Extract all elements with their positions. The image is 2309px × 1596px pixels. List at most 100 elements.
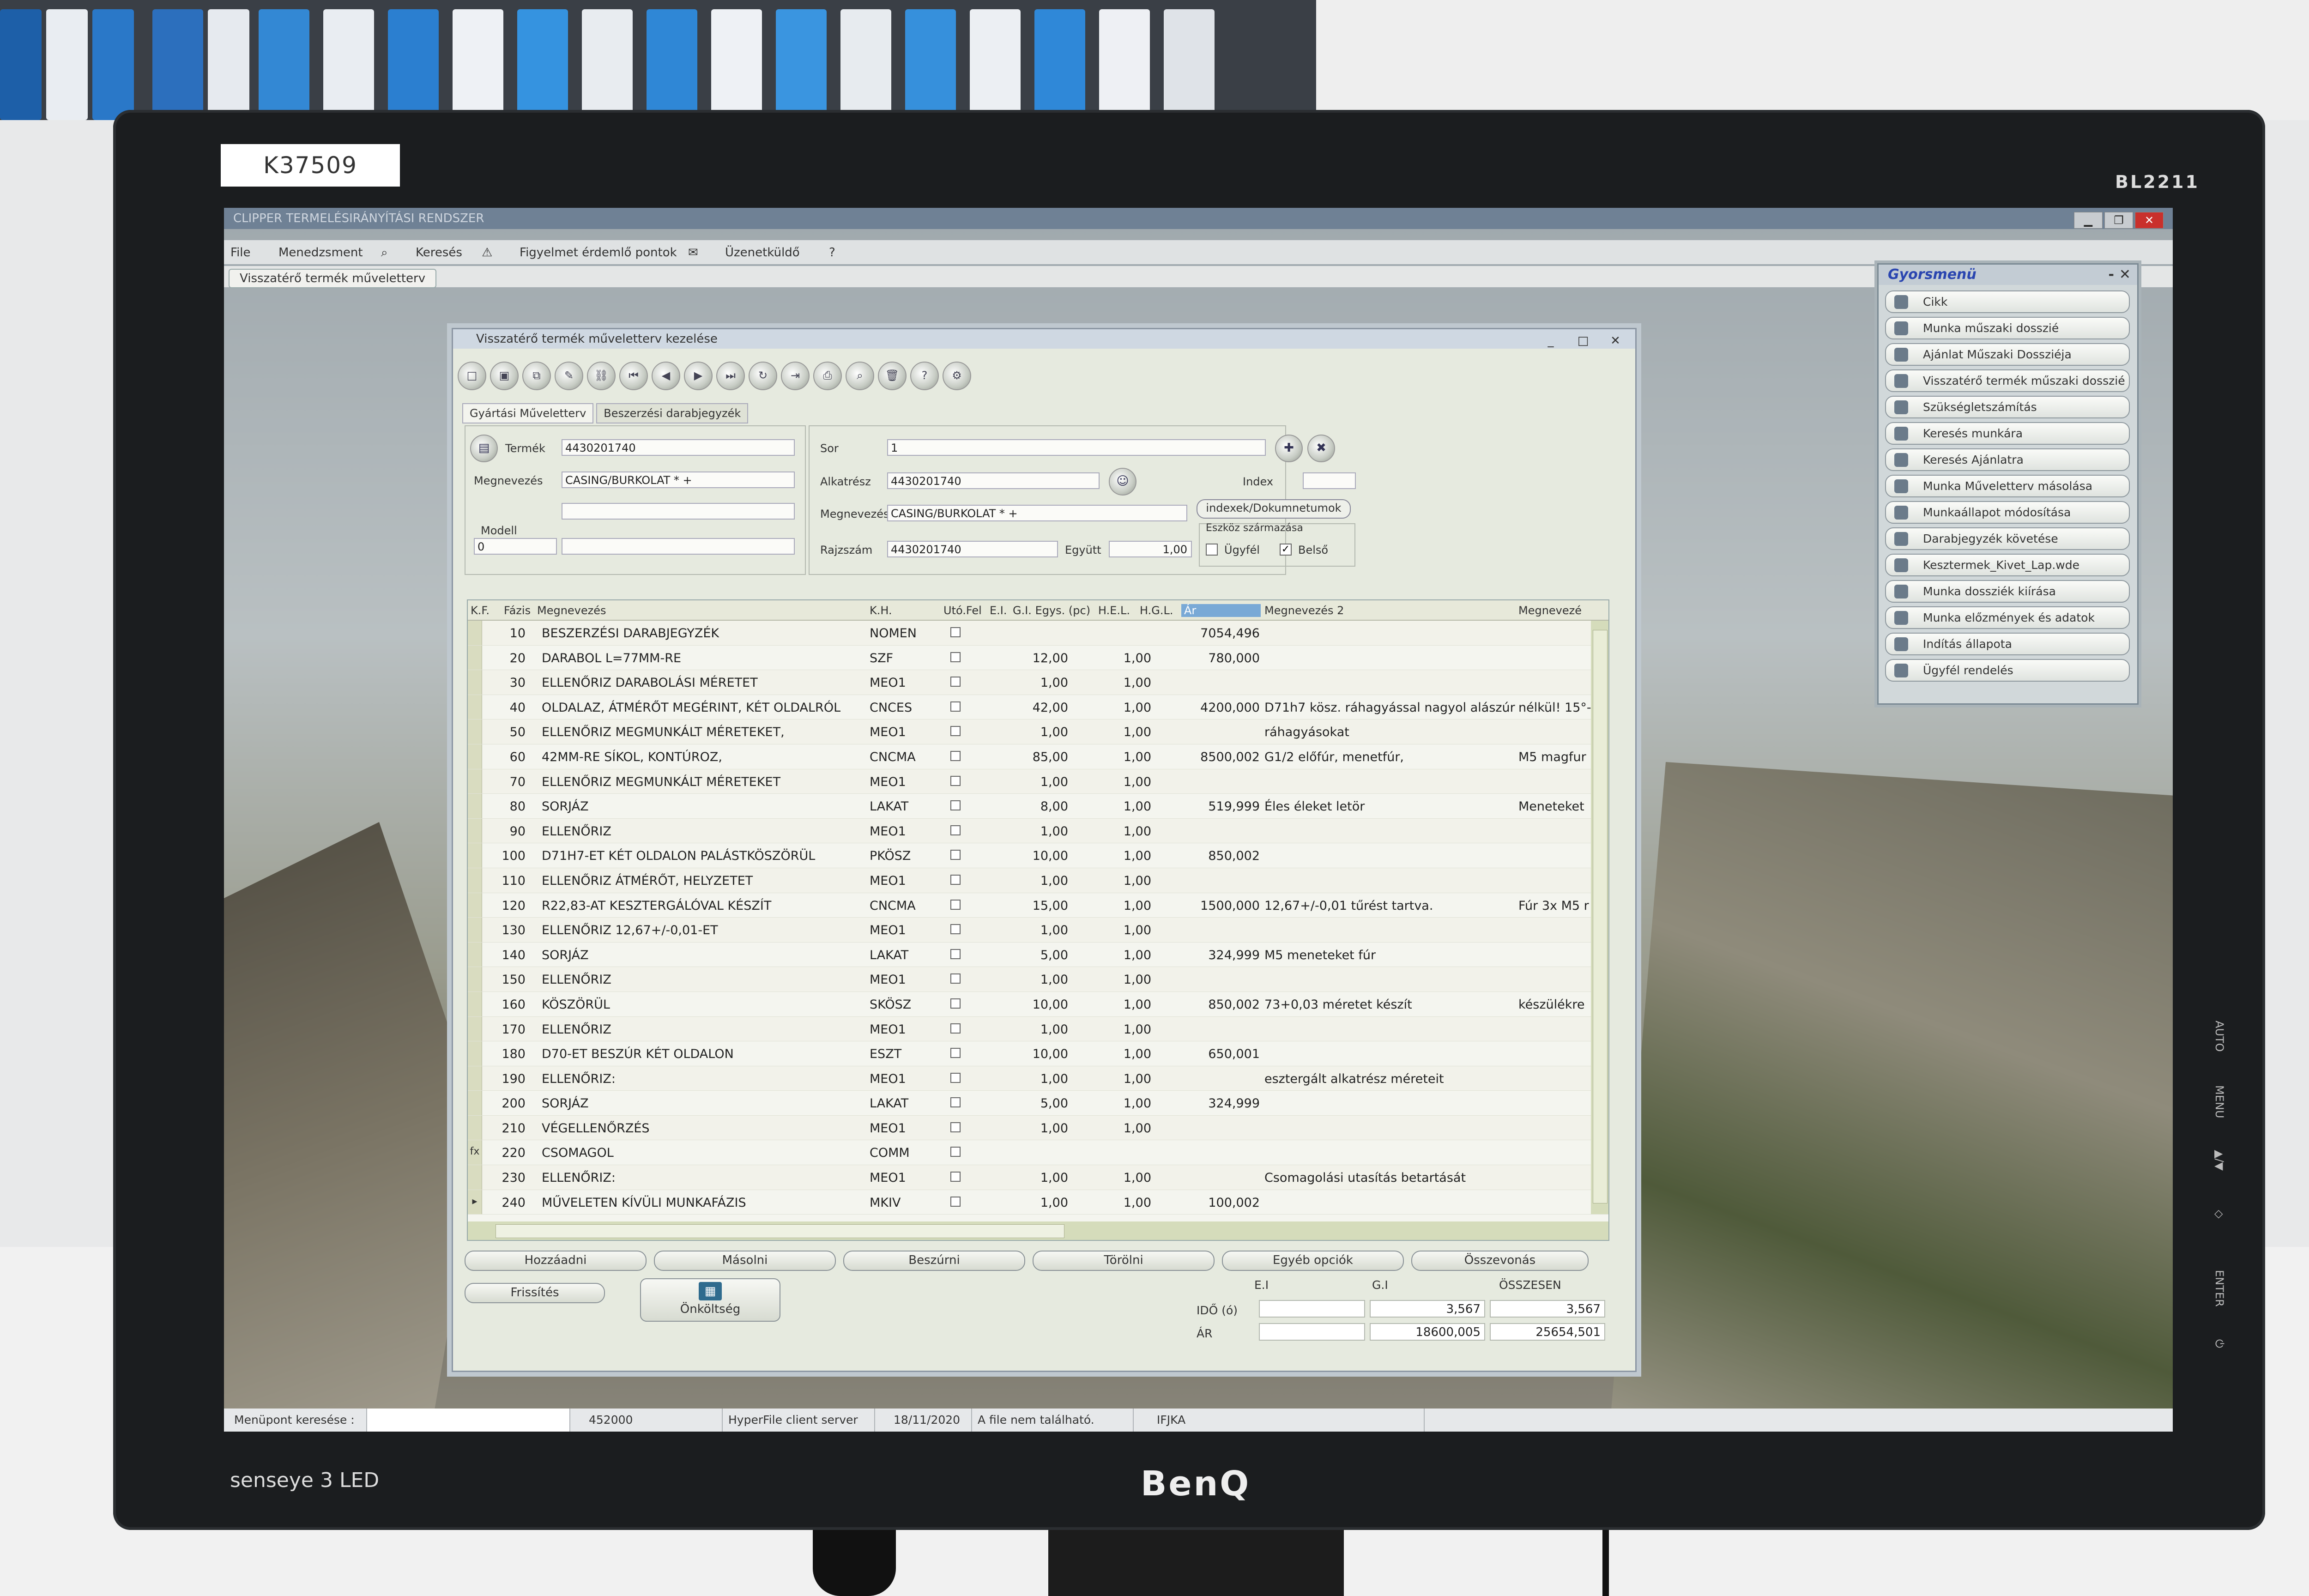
col-ar[interactable]: Ár bbox=[1181, 604, 1261, 617]
beszurni-button[interactable]: Beszúrni bbox=[843, 1251, 1025, 1271]
col-kh[interactable]: K.H. bbox=[870, 604, 892, 617]
col-megnevezes[interactable]: Megnevezés bbox=[537, 604, 606, 617]
table-row[interactable]: 150 ELLENŐRIZ MEO1 1,00 1,00 bbox=[468, 967, 1608, 992]
hozzaadni-button[interactable]: Hozzáadni bbox=[465, 1251, 647, 1271]
megnevezes2-input[interactable]: CASING/BURKOLAT * + bbox=[887, 505, 1187, 521]
osd-diamond-button[interactable]: ◇ bbox=[2213, 1210, 2226, 1218]
utofel-checkbox[interactable] bbox=[950, 1147, 961, 1157]
row-indicator[interactable] bbox=[468, 991, 482, 1016]
table-row[interactable]: 120 R22,83-AT KESZTERGÁLÓVAL KÉSZÍT CNCMA 1… bbox=[468, 893, 1608, 918]
utofel-checkbox[interactable] bbox=[950, 1023, 961, 1034]
table-row[interactable]: 50 ELLENŐRIZ MEGMUNKÁLT MÉRETEKET, MEO1 1,0… bbox=[468, 719, 1608, 744]
utofel-checkbox[interactable] bbox=[950, 1048, 961, 1058]
extra-input[interactable] bbox=[562, 503, 795, 520]
utofel-checkbox[interactable] bbox=[950, 1196, 961, 1207]
row-indicator[interactable] bbox=[468, 695, 482, 719]
gyorsmenu-item[interactable]: Keresés munkára bbox=[1885, 422, 2130, 445]
row-indicator[interactable] bbox=[468, 1115, 482, 1140]
table-row[interactable]: 110 ELLENŐRIZ ÁTMÉRŐT, HELYZETET MEO1 1,00 1… bbox=[468, 868, 1608, 893]
menu-figyelmet[interactable]: Figyelmet érdemlő pontok bbox=[520, 246, 677, 260]
utofel-checkbox[interactable] bbox=[950, 825, 961, 835]
table-row[interactable]: 10 BESZERZÉSI DARABJEGYZÉK NOMEN 7054,496 bbox=[468, 621, 1608, 646]
row-indicator[interactable] bbox=[468, 719, 482, 744]
refresh-icon[interactable]: ↻ bbox=[749, 362, 777, 390]
row-indicator[interactable] bbox=[468, 794, 482, 818]
power-button[interactable]: ⏻ bbox=[2213, 1339, 2226, 1348]
osszevonas-button[interactable]: Összevonás bbox=[1411, 1251, 1589, 1271]
tab-beszerzesi-darabjegyzek[interactable]: Beszerzési darabjegyzék bbox=[596, 403, 749, 423]
table-row[interactable]: 160 KÖSZÖRÜL SKÖSZ 10,00 1,00 850,002 73+0,03 … bbox=[468, 991, 1608, 1017]
menu-file[interactable]: File bbox=[230, 246, 251, 260]
megnevezes-input[interactable]: CASING/BURKOLAT * + bbox=[562, 472, 795, 488]
col-ei[interactable]: E.I. bbox=[990, 604, 1007, 617]
utofel-checkbox[interactable] bbox=[950, 1172, 961, 1182]
utofel-checkbox[interactable] bbox=[950, 1122, 961, 1132]
copy-icon[interactable]: ⧉ bbox=[522, 362, 551, 390]
utofel-checkbox[interactable] bbox=[950, 800, 961, 811]
gyorsmenu-item[interactable]: Munka Műveletterv másolása bbox=[1885, 475, 2130, 497]
table-row[interactable]: 60 42MM-RE SÍKOL, KONTÚROZ, CNCMA 85,00 1,00… bbox=[468, 744, 1608, 769]
table-row[interactable]: 90 ELLENŐRIZ MEO1 1,00 1,00 bbox=[468, 818, 1608, 844]
utofel-checkbox[interactable] bbox=[950, 775, 961, 786]
save-icon[interactable]: ▣ bbox=[490, 362, 519, 390]
table-row[interactable]: 190 ELLENŐRIZ: MEO1 1,00 1,00 esztergált alka… bbox=[468, 1066, 1608, 1091]
gyorsmenu-minimize-button[interactable]: - bbox=[2109, 265, 2114, 285]
col-hgl[interactable]: H.G.L. bbox=[1140, 604, 1173, 617]
gyorsmenu-item[interactable]: Munka műszaki dosszié bbox=[1885, 317, 2130, 339]
first-record-icon[interactable]: ⏮ bbox=[619, 362, 648, 390]
menu-menedzsment[interactable]: Menedzsment bbox=[278, 246, 363, 260]
row-indicator[interactable] bbox=[468, 843, 482, 868]
osd-updown-button[interactable]: ▲/▼ bbox=[2213, 1150, 2226, 1171]
help-icon[interactable]: ? bbox=[910, 362, 939, 390]
frissites-button[interactable]: Frissítés bbox=[465, 1283, 605, 1303]
delete-icon[interactable]: 🗑 bbox=[878, 362, 907, 390]
row-indicator[interactable] bbox=[468, 1066, 482, 1091]
gyorsmenu-item[interactable]: Ajánlat Műszaki Dossziéja bbox=[1885, 343, 2130, 366]
app-maximize-button[interactable]: ❐ bbox=[2104, 212, 2133, 229]
gyorsmenu-item[interactable]: Ügyfél rendelés bbox=[1885, 659, 2130, 682]
app-minimize-button[interactable]: ▁ bbox=[2074, 212, 2103, 229]
belso-checkbox[interactable]: ✓ bbox=[1280, 544, 1292, 556]
row-indicator[interactable] bbox=[468, 1041, 482, 1066]
index-input[interactable] bbox=[1303, 472, 1356, 489]
osd-enter-button[interactable]: ENTER bbox=[2213, 1270, 2226, 1307]
gyorsmenu-item[interactable]: Darabjegyzék követése bbox=[1885, 527, 2130, 550]
col-kf[interactable]: K.F. bbox=[471, 604, 490, 617]
utofel-checkbox[interactable] bbox=[950, 677, 961, 687]
status-menu-search-input[interactable] bbox=[367, 1409, 570, 1432]
utofel-checkbox[interactable] bbox=[950, 1072, 961, 1083]
utofel-checkbox[interactable] bbox=[950, 998, 961, 1009]
row-indicator[interactable] bbox=[468, 868, 482, 893]
row-indicator[interactable] bbox=[468, 1091, 482, 1115]
table-row[interactable]: 130 ELLENŐRIZ 12,67+/-0,01-ET MEO1 1,00 1,00 bbox=[468, 918, 1608, 943]
settings-icon[interactable]: ⚙ bbox=[943, 362, 971, 390]
table-row[interactable]: 20 DARABOL L=77MM-RE SZF 12,00 1,00 780,000 bbox=[468, 645, 1608, 671]
egyeb-opciok-button[interactable]: Egyéb opciók bbox=[1222, 1251, 1404, 1271]
table-row[interactable]: 140 SORJÁZ LAKAT 5,00 1,00 324,999 M5 meneteke… bbox=[468, 942, 1608, 967]
utofel-checkbox[interactable] bbox=[950, 627, 961, 637]
product-lookup-icon[interactable]: ▤ bbox=[470, 435, 498, 462]
utofel-checkbox[interactable] bbox=[950, 949, 961, 959]
table-row[interactable]: 70 ELLENŐRIZ MEGMUNKÁLT MÉRETEKET MEO1 1,00… bbox=[468, 769, 1608, 794]
vertical-scrollbar[interactable] bbox=[1591, 621, 1608, 1214]
utofel-checkbox[interactable] bbox=[950, 899, 961, 910]
dialog-maximize-button[interactable]: □ bbox=[1567, 331, 1599, 351]
gyorsmenu-item[interactable]: Keresés Ajánlatra bbox=[1885, 448, 2130, 471]
vertical-scroll-thumb[interactable] bbox=[1593, 630, 1608, 1203]
table-row[interactable]: 180 D70-ET BESZÚR KÉT OLDALON ESZT 10,00 1,0… bbox=[468, 1041, 1608, 1066]
utofel-checkbox[interactable] bbox=[950, 701, 961, 712]
tab-gyartasi-muveletterv[interactable]: Gyártási Műveletterv bbox=[462, 403, 594, 423]
horizontal-scrollbar[interactable] bbox=[468, 1221, 1608, 1240]
horizontal-scroll-thumb[interactable] bbox=[496, 1224, 1064, 1238]
row-indicator[interactable] bbox=[468, 744, 482, 769]
row-indicator[interactable] bbox=[468, 645, 482, 670]
new-icon[interactable]: □ bbox=[458, 362, 486, 390]
osd-auto-button[interactable]: AUTO bbox=[2213, 1021, 2226, 1052]
utofel-checkbox[interactable] bbox=[950, 750, 961, 761]
last-record-icon[interactable]: ⏭ bbox=[716, 362, 745, 390]
masolni-button[interactable]: Másolni bbox=[654, 1251, 836, 1271]
add-row-icon[interactable]: ✚ bbox=[1275, 435, 1303, 462]
sor-input[interactable]: 1 bbox=[887, 439, 1266, 456]
menu-kereses[interactable]: Keresés bbox=[416, 246, 462, 260]
gyorsmenu-item[interactable]: Indítás állapota bbox=[1885, 633, 2130, 655]
